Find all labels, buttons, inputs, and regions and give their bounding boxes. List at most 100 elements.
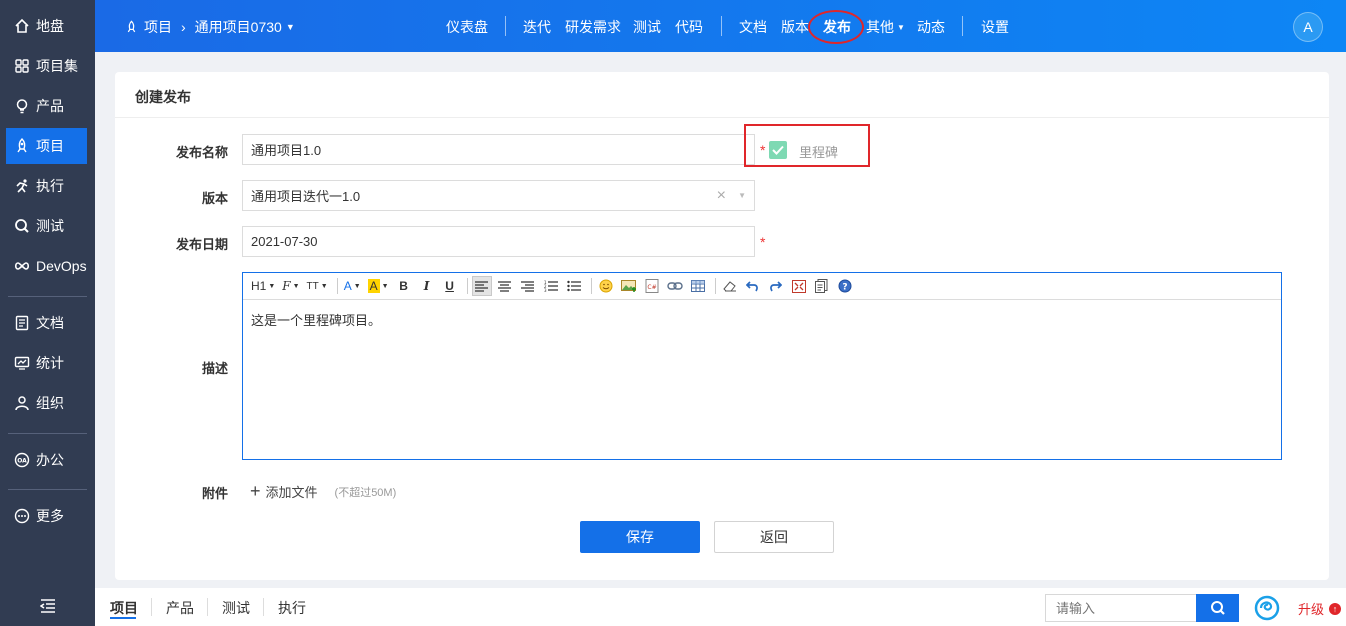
nav-code[interactable]: 代码 xyxy=(675,17,703,37)
nav-build[interactable]: 版本 xyxy=(781,17,809,37)
sidebar-item-label: 地盘 xyxy=(36,18,64,34)
file-size-limit: (不超过50M) xyxy=(334,486,397,499)
create-release-panel: 创建发布 发布名称 通用项目1.0 * 里程碑 版本 通用项目迭代一1.0 × … xyxy=(115,72,1329,580)
template-icon[interactable] xyxy=(812,276,832,296)
upgrade-link[interactable]: 升级 ↑ xyxy=(1298,599,1342,618)
check-icon xyxy=(772,145,784,155)
font-family-button[interactable]: F ▼ xyxy=(280,276,301,296)
help-icon[interactable]: ? xyxy=(835,276,855,296)
description-textarea[interactable]: 这是一个里程碑项目。 xyxy=(243,300,1281,339)
zentao-logo-icon[interactable] xyxy=(1254,595,1280,621)
sidebar-item-org[interactable]: 组织 xyxy=(6,385,87,421)
font-color-label: A xyxy=(343,279,352,293)
bottom-tab-product[interactable]: 产品 xyxy=(166,598,194,618)
save-button[interactable]: 保存 xyxy=(580,521,700,553)
tab-divider xyxy=(263,598,264,616)
nav-doc[interactable]: 文档 xyxy=(739,17,767,37)
breadcrumb-section[interactable]: 项目 xyxy=(144,17,172,37)
sidebar-item-project[interactable]: 项目 xyxy=(6,128,87,164)
bottom-tab-test[interactable]: 测试 xyxy=(222,598,250,618)
ordered-list-icon[interactable]: 123 xyxy=(541,276,561,296)
bold-button[interactable]: B xyxy=(394,276,414,296)
link-icon[interactable] xyxy=(665,276,685,296)
editor-toolbar: H1 ▼ F ▼ TT ▼ A ▼ A ▼ B I U 123 C# ? xyxy=(243,273,1281,300)
build-label: 版本 xyxy=(201,191,228,206)
sidebar-item-product[interactable]: 产品 xyxy=(6,88,87,124)
clear-icon[interactable]: × xyxy=(717,187,726,205)
back-button[interactable]: 返回 xyxy=(714,521,834,553)
italic-button[interactable]: I xyxy=(417,276,437,296)
search-input[interactable] xyxy=(1045,594,1196,622)
sidebar-item-devops[interactable]: DevOps xyxy=(6,248,87,284)
svg-text:?: ? xyxy=(842,283,847,293)
bottom-tab-execution[interactable]: 执行 xyxy=(278,598,306,618)
font-color-button[interactable]: A ▼ xyxy=(342,276,363,296)
sidebar-item-program[interactable]: 项目集 xyxy=(6,48,87,84)
code-icon[interactable]: C# xyxy=(642,276,662,296)
sidebar-item-dashboard[interactable]: 地盘 xyxy=(6,8,87,44)
sidebar-item-stats[interactable]: 统计 xyxy=(6,345,87,381)
caret-down-icon: ▼ xyxy=(320,282,328,290)
arrow-up-circle-icon: ↑ xyxy=(1329,602,1342,615)
sidebar-item-execution[interactable]: 执行 xyxy=(6,168,87,204)
caret-down-icon[interactable]: ▼ xyxy=(286,22,295,32)
add-file-button[interactable]: + 添加文件 (不超过50M) xyxy=(250,482,396,501)
toolbar-divider xyxy=(336,278,338,294)
caret-down-icon: ▼ xyxy=(268,282,276,290)
highlight-color-button[interactable]: A ▼ xyxy=(366,276,391,296)
upgrade-label: 升级 xyxy=(1298,602,1325,617)
search-icon xyxy=(14,218,30,234)
avatar[interactable]: A xyxy=(1293,12,1323,42)
sidebar-item-label: 项目 xyxy=(36,138,64,154)
breadcrumb: 项目 › 通用项目0730 ▼ xyxy=(125,17,295,37)
sidebar-item-office[interactable]: OA 办公 xyxy=(6,442,87,478)
font-size-button[interactable]: TT ▼ xyxy=(305,276,330,296)
underline-button[interactable]: U xyxy=(440,276,460,296)
search-button[interactable] xyxy=(1196,594,1239,622)
sidebar-item-doc[interactable]: 文档 xyxy=(6,305,87,341)
sidebar-item-more[interactable]: 更多 xyxy=(6,498,87,534)
caret-down-icon[interactable]: ▼ xyxy=(738,191,746,200)
plus-icon: + xyxy=(250,481,261,501)
fullscreen-icon[interactable] xyxy=(789,276,809,296)
nav-divider xyxy=(962,16,963,36)
bottom-tab-project[interactable]: 项目 xyxy=(110,598,138,618)
nav-test[interactable]: 测试 xyxy=(633,17,661,37)
heading-label: H1 xyxy=(251,279,267,293)
rocket-icon xyxy=(14,138,30,154)
nav-iteration[interactable]: 迭代 xyxy=(523,17,551,37)
chevron-right-icon: › xyxy=(181,19,186,35)
undo-icon[interactable] xyxy=(743,276,763,296)
redo-icon[interactable] xyxy=(766,276,786,296)
table-icon[interactable] xyxy=(688,276,708,296)
nav-requirements[interactable]: 研发需求 xyxy=(565,17,621,37)
eraser-icon[interactable] xyxy=(720,276,740,296)
image-icon[interactable] xyxy=(619,276,639,296)
font-family-label: F xyxy=(282,279,291,293)
align-left-icon[interactable] xyxy=(471,276,492,296)
svg-text:C#: C# xyxy=(647,284,656,291)
menu-collapse-icon[interactable] xyxy=(38,596,58,616)
release-date-input[interactable]: 2021-07-30 xyxy=(242,226,755,257)
sidebar: 地盘 项目集 产品 项目 执行 测试 DevOps 文档 统计 组织 OA 办公 xyxy=(0,0,95,626)
more-icon xyxy=(14,508,30,524)
nav-activity[interactable]: 动态 xyxy=(917,17,945,37)
attachment-label: 附件 xyxy=(201,486,228,501)
milestone-label[interactable]: 里程碑 xyxy=(799,142,838,161)
emoji-icon[interactable] xyxy=(596,276,616,296)
release-name-label: 发布名称 xyxy=(175,145,228,160)
sidebar-item-test[interactable]: 测试 xyxy=(6,208,87,244)
align-center-icon[interactable] xyxy=(495,276,515,296)
nav-dashboard[interactable]: 仪表盘 xyxy=(446,17,488,37)
project-switcher[interactable]: 通用项目0730 xyxy=(195,17,282,37)
nav-settings[interactable]: 设置 xyxy=(981,17,1009,37)
run-icon xyxy=(14,178,30,194)
user-icon xyxy=(14,395,30,411)
release-name-input[interactable]: 通用项目1.0 xyxy=(242,134,755,165)
nav-other[interactable]: 其他 ▼ xyxy=(866,17,905,37)
heading-button[interactable]: H1 ▼ xyxy=(249,276,277,296)
align-right-icon[interactable] xyxy=(518,276,538,296)
build-select[interactable]: 通用项目迭代一1.0 × ▼ xyxy=(242,180,755,211)
bullet-list-icon[interactable] xyxy=(564,276,584,296)
milestone-checkbox[interactable] xyxy=(769,141,787,159)
